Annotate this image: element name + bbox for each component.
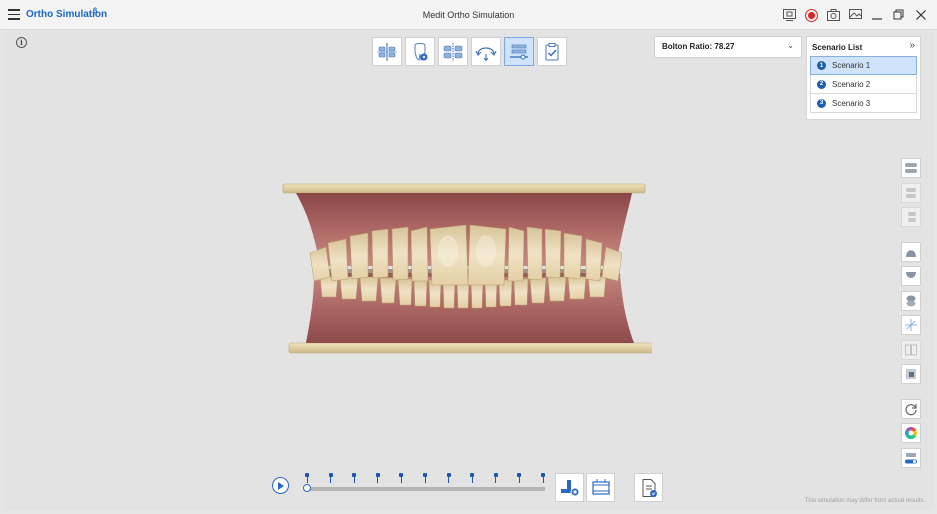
beta-badge: β: [93, 8, 98, 15]
titlebar-controls: [781, 7, 929, 23]
attachment-tool-button[interactable]: [555, 473, 584, 502]
view-right-button[interactable]: [901, 207, 921, 227]
minimize-icon[interactable]: [869, 7, 885, 23]
tool-tooth-setup[interactable]: [405, 37, 435, 66]
view-lower-jaw-button[interactable]: [901, 266, 921, 286]
tool-staging[interactable]: [504, 37, 534, 66]
record-icon[interactable]: [803, 7, 819, 23]
3d-viewport[interactable]: i Bolton Ratio: 78.27 ⌄ Scenario List » …: [4, 31, 933, 510]
report-button[interactable]: [634, 473, 663, 502]
report-document-icon: [642, 478, 657, 497]
bolton-ratio-label: Bolton Ratio: 78.27: [662, 42, 735, 51]
view-axis-button[interactable]: [901, 315, 921, 335]
view-occlusal-button[interactable]: [901, 290, 921, 311]
scenario-item-3[interactable]: 3 Scenario 3: [810, 94, 917, 113]
play-icon[interactable]: [272, 477, 289, 494]
scenario-item-label: Scenario 3: [832, 98, 871, 108]
reset-view-button[interactable]: [901, 398, 921, 419]
bite-view-icon: [906, 369, 916, 379]
stage-marker[interactable]: [375, 473, 380, 483]
tool-arch-width[interactable]: [438, 37, 468, 66]
reset-rotate-icon: [905, 403, 917, 415]
align-midline-icon: [377, 42, 397, 61]
stage-marker[interactable]: [470, 473, 475, 483]
color-wheel-icon: [904, 427, 918, 439]
tool-review-check[interactable]: [537, 37, 567, 66]
scenario-item-1[interactable]: 1 Scenario 1: [810, 56, 917, 75]
scenario-item-2[interactable]: 2 Scenario 2: [810, 75, 917, 94]
view-upper-jaw-button[interactable]: [901, 241, 921, 262]
stage-marker[interactable]: [423, 473, 427, 483]
screen-capture-icon[interactable]: [781, 7, 797, 23]
restore-icon[interactable]: [891, 7, 907, 23]
frame-tool-button[interactable]: [586, 473, 615, 502]
disclaimer-text: This simulation may differ from actual r…: [804, 498, 925, 504]
collapse-panel-icon[interactable]: »: [909, 40, 915, 51]
top-toolbar: [372, 37, 567, 66]
stage-marker[interactable]: [541, 473, 545, 483]
scenario-item-label: Scenario 2: [832, 79, 871, 89]
display-settings-button[interactable]: [901, 447, 921, 468]
scenario-number-badge: 3: [817, 98, 826, 108]
timeline-knob[interactable]: [303, 484, 311, 492]
scenario-number-badge: 2: [817, 79, 826, 89]
upper-jaw-icon: [906, 249, 916, 257]
lower-jaw-icon: [906, 272, 916, 278]
image-gallery-icon[interactable]: [847, 7, 863, 23]
stage-marker[interactable]: [446, 473, 451, 483]
stage-marker[interactable]: [517, 473, 522, 483]
scenario-number-badge: 1: [817, 61, 826, 70]
frame-icon: [591, 478, 610, 495]
view-both-jaws-button[interactable]: [901, 158, 921, 178]
staging-icon: [510, 44, 528, 59]
view-toolbar: [901, 158, 921, 472]
rotate-occlusion-icon: [475, 46, 497, 61]
axis-icon: [905, 319, 917, 331]
tooth-setup-icon: [414, 42, 428, 61]
hamburger-menu-icon[interactable]: [8, 9, 20, 20]
scenario-list-header: Scenario List »: [807, 37, 920, 56]
color-palette-button[interactable]: [901, 423, 921, 443]
chevron-down-icon: ⌄: [787, 41, 794, 50]
close-icon[interactable]: [913, 7, 929, 23]
toggle-settings-icon: [905, 452, 917, 463]
scenario-list-panel: Scenario List » 1 Scenario 1 2 Scenario …: [806, 36, 921, 120]
scenario-list-title: Scenario List: [812, 43, 863, 52]
view-bite-button[interactable]: [901, 364, 921, 384]
staging-timeline: [270, 471, 554, 501]
both-jaws-icon: [905, 163, 917, 173]
scenario-item-label: Scenario 1: [832, 61, 871, 70]
info-icon[interactable]: i: [16, 37, 27, 48]
view-left-button[interactable]: [901, 182, 921, 203]
arch-width-icon: [443, 42, 463, 61]
timeline-track[interactable]: [307, 487, 545, 491]
stage-marker[interactable]: [328, 473, 333, 483]
attachment-icon: [560, 479, 579, 496]
split-view-icon: [905, 344, 917, 355]
clipboard-check-icon: [545, 42, 559, 60]
view-split-button[interactable]: [901, 339, 921, 360]
title-bar: Ortho Simulation β Medit Ortho Simulatio…: [0, 0, 937, 30]
stage-marker[interactable]: [352, 473, 357, 483]
stage-marker[interactable]: [399, 473, 404, 483]
dental-model-render[interactable]: [280, 181, 652, 357]
right-view-icon: [908, 212, 916, 222]
tool-align-midline[interactable]: [372, 37, 402, 66]
tool-rotate-occlusion[interactable]: [471, 37, 501, 66]
stage-marker[interactable]: [493, 473, 498, 483]
camera-icon[interactable]: [825, 7, 841, 23]
left-view-icon: [906, 187, 916, 198]
occlusal-view-icon: [906, 295, 916, 306]
bolton-ratio-dropdown[interactable]: Bolton Ratio: 78.27 ⌄: [654, 36, 802, 58]
stage-marker[interactable]: [305, 473, 309, 483]
